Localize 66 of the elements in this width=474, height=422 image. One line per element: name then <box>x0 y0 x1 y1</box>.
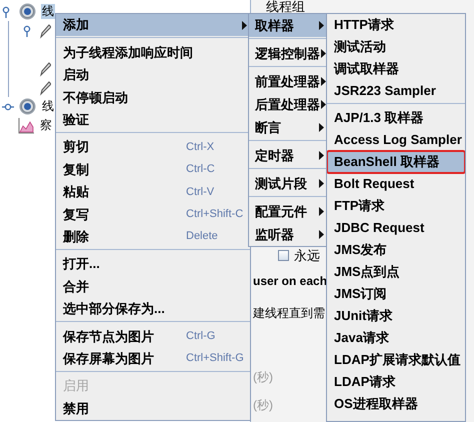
menu-item[interactable]: 断言 <box>249 116 327 139</box>
menu-item[interactable]: Access Log Sampler <box>327 129 465 151</box>
menu-item[interactable]: AJP/1.3 取样器 <box>327 107 465 129</box>
shortcut-text: Delete <box>186 229 219 244</box>
menu-item[interactable]: 保存屏幕为图片 Ctrl+Shift-G <box>56 347 250 370</box>
gear-icon <box>18 2 37 21</box>
menu-item[interactable]: 取样器 <box>249 14 327 37</box>
tree-node-label[interactable]: 察 <box>39 118 53 133</box>
shortcut-text: Ctrl+Shift-C <box>186 207 244 222</box>
panel-title: 线程组 <box>266 0 305 13</box>
shortcut-text: Ctrl-X <box>186 140 216 155</box>
field-label: (秒) <box>253 397 273 413</box>
menu-item[interactable]: HTTP请求 <box>327 14 465 36</box>
menu-item[interactable]: 测试活动 <box>327 36 465 58</box>
menu-item[interactable]: 合并 <box>56 275 250 298</box>
menu-item[interactable]: JUnit请求 <box>327 305 465 327</box>
checkbox-label: 永远 <box>294 249 320 262</box>
menu-item[interactable]: JMS点到点 <box>327 261 465 283</box>
menu-item[interactable]: 添加 <box>56 14 250 36</box>
menu-item[interactable]: 选中部分保存为... <box>56 298 250 320</box>
menu-item[interactable]: 为子线程添加响应时间 <box>56 41 250 64</box>
menu-item[interactable]: 配置元件 <box>249 200 327 223</box>
menu-item[interactable]: Java请求 <box>327 327 465 349</box>
menu-item[interactable]: Bolt Request <box>327 173 465 195</box>
gear-icon <box>18 97 37 116</box>
pencil-icon <box>39 80 51 96</box>
menu-item[interactable]: 粘贴 Ctrl-V <box>56 180 250 204</box>
shortcut-text: Ctrl-V <box>186 184 216 200</box>
menu-item[interactable]: JSR223 Sampler <box>327 80 465 102</box>
menu-item[interactable]: 复制 Ctrl-C <box>56 158 250 181</box>
menu-item[interactable]: 复写 Ctrl+Shift-C <box>56 203 250 226</box>
menu-item[interactable]: 监听器 <box>249 223 327 246</box>
menu-item[interactable]: 调试取样器 <box>327 58 465 80</box>
menu-item[interactable]: JMS发布 <box>327 239 465 261</box>
menu-item[interactable]: 不停顿启动 <box>56 86 250 109</box>
tree-node-label[interactable]: 线 <box>41 4 55 19</box>
menu-item[interactable]: 后置处理器 <box>249 93 327 116</box>
menu-item[interactable]: JDBC Request <box>327 217 465 239</box>
menu-item[interactable]: 测试片段 <box>249 172 327 195</box>
menu-item[interactable]: LDAP扩展请求默认值 <box>327 349 465 371</box>
menu-item[interactable]: 前置处理器 <box>249 70 327 93</box>
tree-node-label[interactable]: 线 <box>41 99 55 114</box>
shortcut-text: Ctrl-C <box>186 162 216 178</box>
pencil-icon <box>39 22 51 38</box>
menu-item[interactable]: 删除 Delete <box>56 226 250 248</box>
checkbox[interactable] <box>278 250 289 261</box>
menu-item[interactable]: JMS订阅 <box>327 283 465 305</box>
menu-item[interactable]: 剪切 Ctrl-X <box>56 136 250 158</box>
field-label: user on each <box>253 273 328 289</box>
menu-item[interactable]: OS进程取样器 <box>327 393 465 415</box>
field-label: 建线程直到需 <box>253 305 325 321</box>
field-label: (秒) <box>253 369 273 385</box>
menu-item[interactable]: FTP请求 <box>327 195 465 217</box>
menu-item[interactable]: LDAP请求 <box>327 371 465 393</box>
menu-item[interactable]: 禁用 <box>56 397 250 420</box>
pencil-icon <box>39 60 51 76</box>
menu-item[interactable]: 保存节点为图片 Ctrl-G <box>56 325 250 348</box>
menu-item[interactable]: 打开... <box>56 252 250 276</box>
menu-item[interactable]: BeanShell 取样器 <box>327 151 465 173</box>
chart-icon <box>18 117 35 134</box>
shortcut-text: Ctrl-G <box>186 329 216 344</box>
shortcut-text: Ctrl+Shift-G <box>186 351 245 366</box>
menu-item[interactable]: 定时器 <box>249 144 327 167</box>
menu-item[interactable]: 启动 <box>56 64 250 86</box>
menu-item[interactable]: 逻辑控制器 <box>249 42 327 65</box>
menu-item[interactable]: 验证 <box>56 108 250 131</box>
